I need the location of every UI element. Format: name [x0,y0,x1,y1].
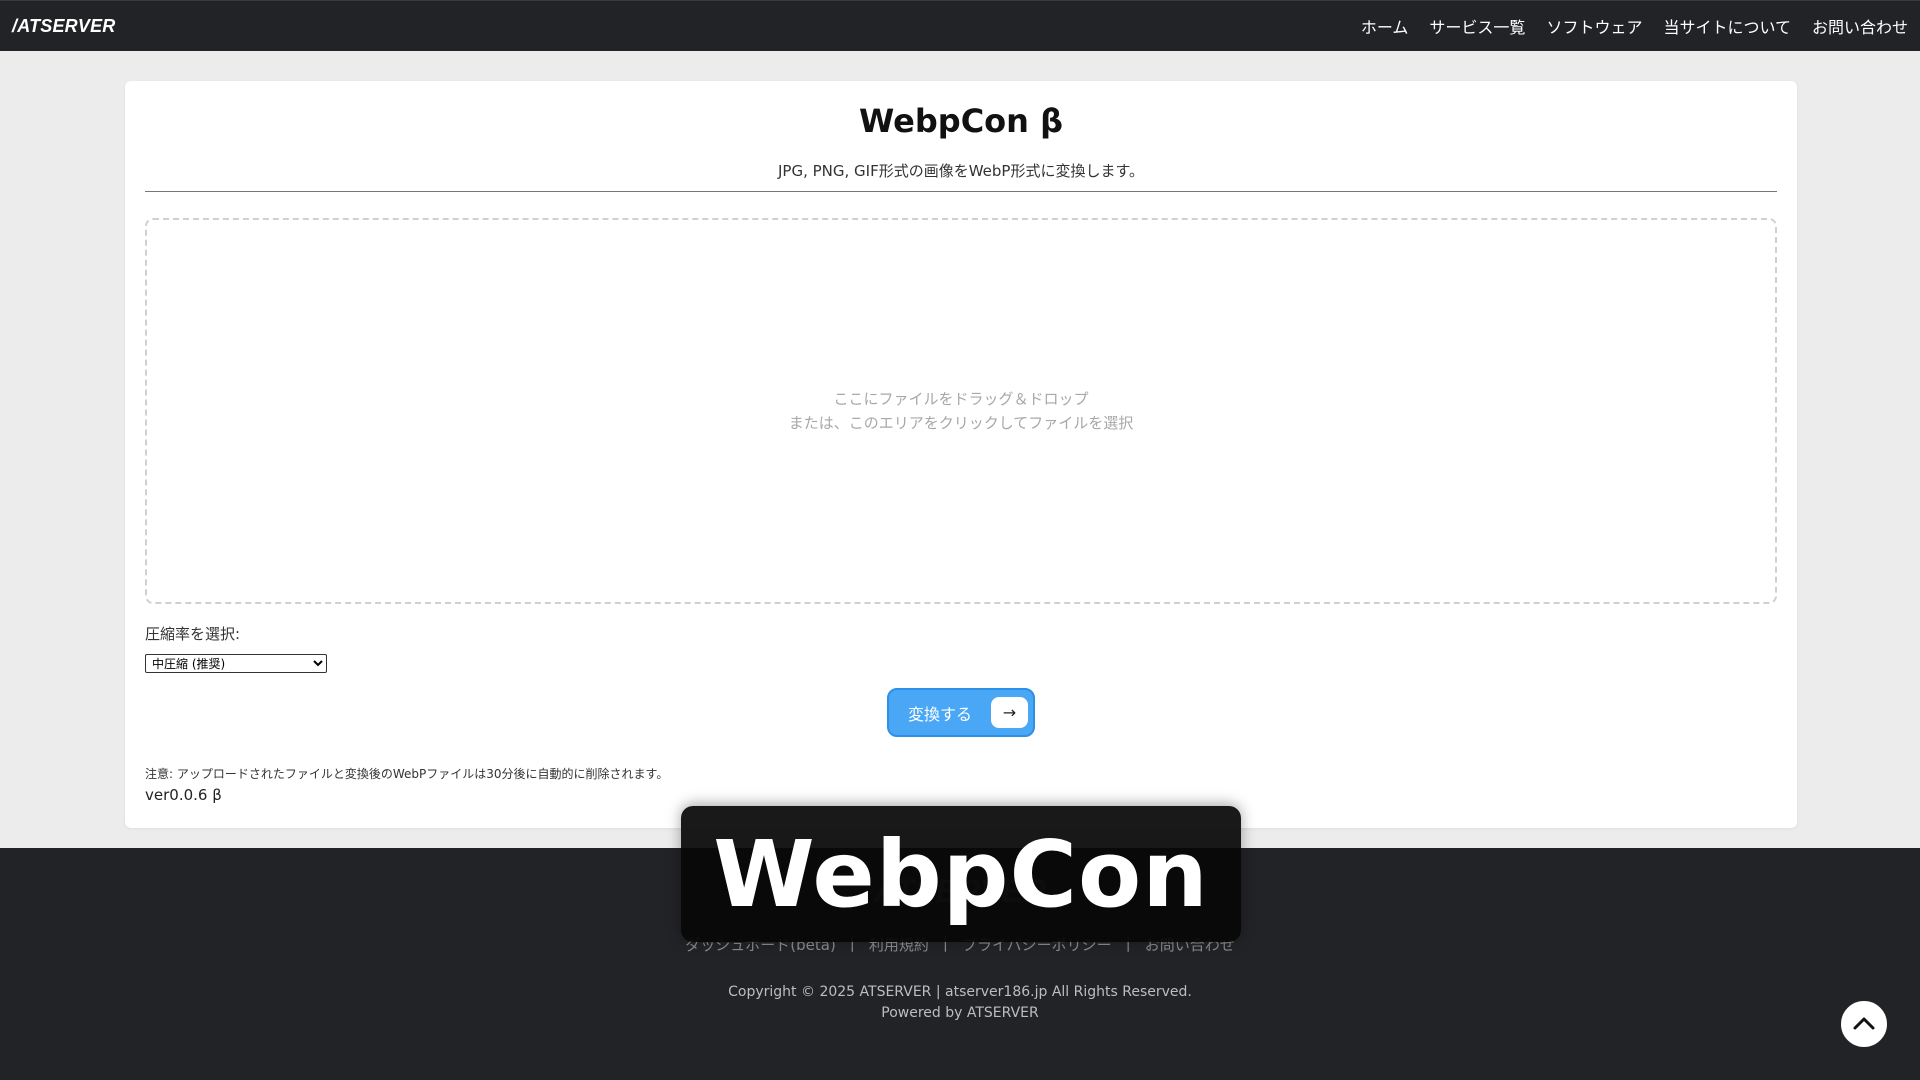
dropzone-line-1: ここにファイルをドラッグ＆ドロップ [833,390,1089,408]
converter-card: WebpCon β JPG, PNG, GIF形式の画像をWebP形式に変換しま… [125,81,1797,828]
caption-text: WebpCon [713,820,1209,928]
page-subtitle: JPG, PNG, GIF形式の画像をWebP形式に変換します。 [778,162,1144,180]
nav-link-services[interactable]: サービス一覧 [1429,14,1525,38]
scroll-to-top-button[interactable] [1838,998,1890,1050]
nav-link-contact[interactable]: お問い合わせ [1812,14,1908,38]
dropzone-line-2: または、このエリアをクリックしてファイルを選択 [788,414,1134,432]
file-dropzone[interactable]: ここにファイルをドラッグ＆ドロップ または、このエリアをクリックしてファイルを選… [145,218,1777,604]
nav-link-home[interactable]: ホーム [1361,14,1409,38]
arrow-right-icon: → [991,697,1028,728]
footer-copyright: Copyright © 2025 ATSERVER | atserver186.… [0,982,1920,1024]
version-label: ver0.0.6 β [145,786,222,804]
nav-link-software[interactable]: ソフトウェア [1546,14,1642,38]
convert-button-label: 変換する [908,704,973,724]
main-nav: ホーム サービス一覧 ソフトウェア 当サイトについて お問い合わせ [1361,14,1908,38]
compression-label: 圧縮率を選択: [145,625,241,643]
deletion-notice: 注意: アップロードされたファイルと変換後のWebPファイルは30分後に自動的に… [145,767,669,781]
title-divider [145,191,1777,192]
nav-link-about[interactable]: 当サイトについて [1663,14,1791,38]
convert-button[interactable]: 変換する → [887,688,1035,737]
site-logo[interactable]: /ATSERVER [12,16,115,37]
top-navbar: /ATSERVER ホーム サービス一覧 ソフトウェア 当サイトについて お問い… [0,0,1920,51]
copyright-text: Copyright © 2025 ATSERVER | atserver186.… [728,984,1192,1000]
bottom-strip [0,1030,1920,1080]
page-title: WebpCon β [859,102,1063,140]
compression-select[interactable]: 中圧縮 (推奨) [145,654,327,673]
powered-by-text: Powered by ATSERVER [881,1005,1039,1021]
caption-overlay: WebpCon [681,806,1241,942]
chevron-up-icon [1853,1015,1875,1034]
